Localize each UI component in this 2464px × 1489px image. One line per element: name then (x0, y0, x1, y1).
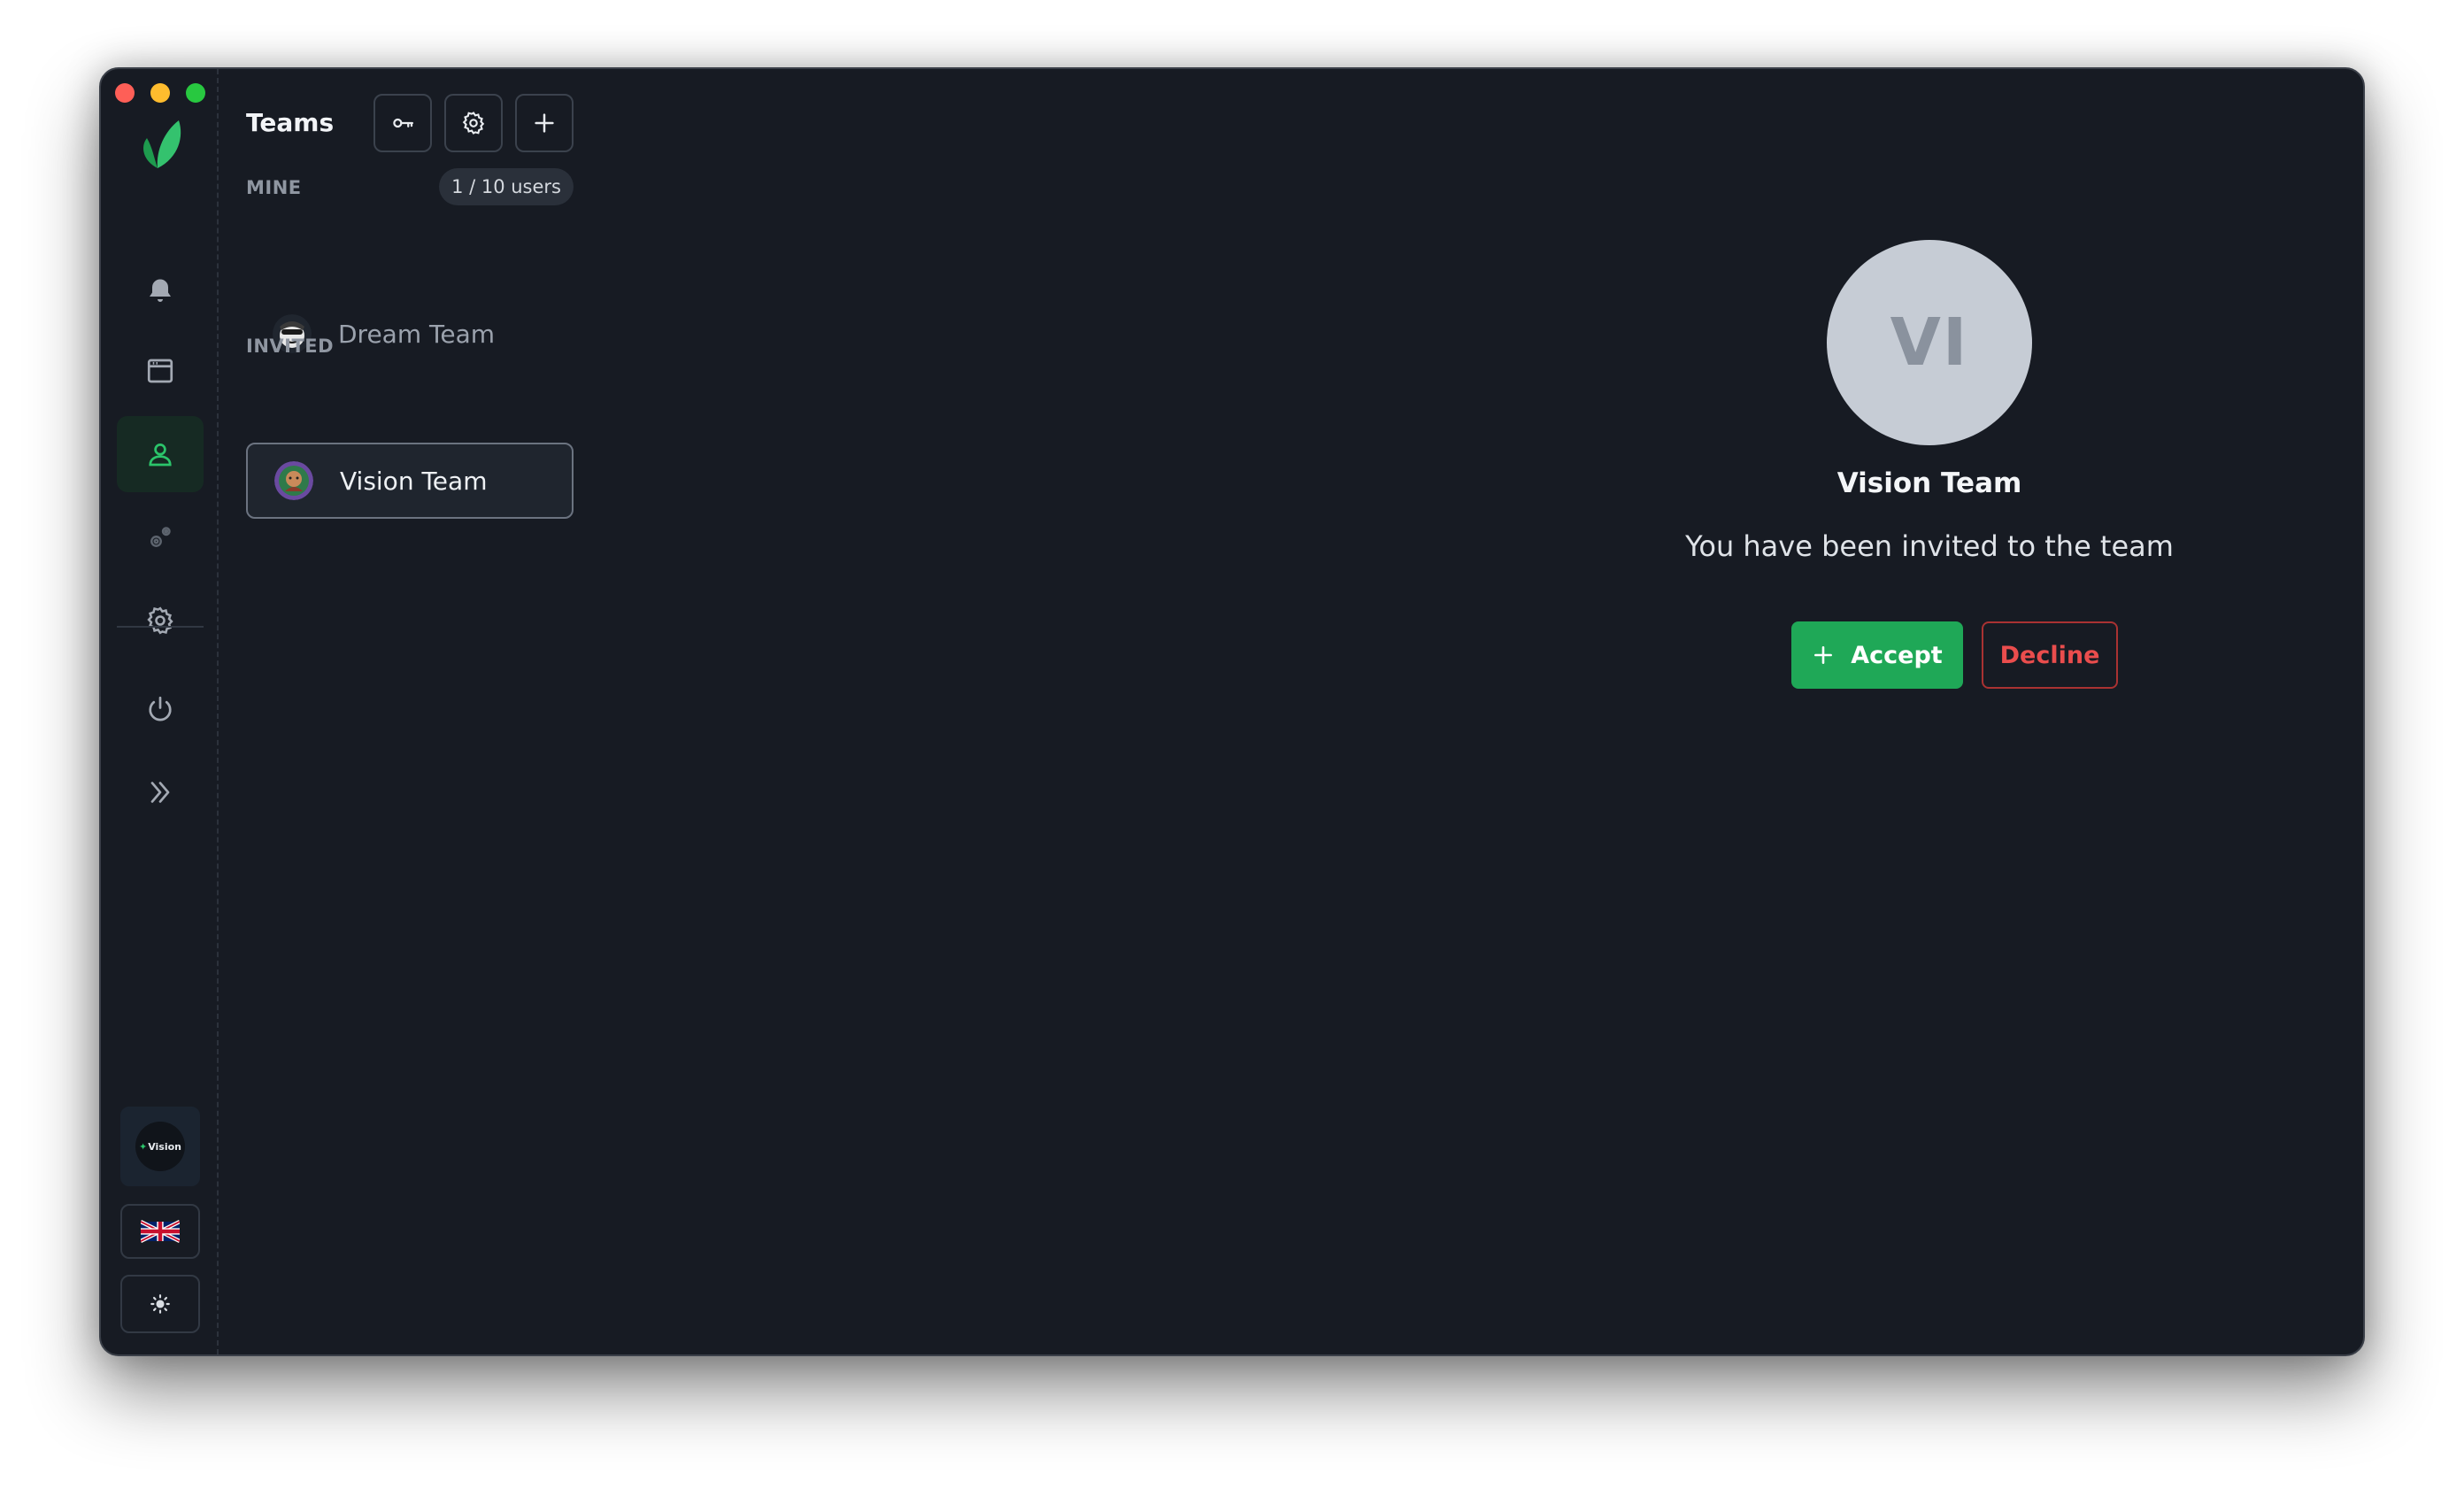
language-button[interactable] (120, 1204, 200, 1259)
key-icon (393, 118, 413, 128)
bell-icon (150, 279, 171, 302)
panel-title: Teams (246, 108, 335, 137)
team-settings-button[interactable] (444, 94, 503, 152)
window-icon (147, 359, 173, 383)
vision-team-avatar (274, 461, 313, 500)
rail-extensions-button[interactable] (117, 499, 204, 575)
icon-rail: ✦ Vision (101, 69, 219, 1354)
rail-teams-button[interactable] (117, 416, 204, 492)
invited-team-name: Vision Team (1836, 467, 2022, 499)
team-initials-avatar: VI (1827, 240, 2032, 445)
rail-divider (117, 626, 204, 628)
accept-invitation-button[interactable]: Accept (1791, 621, 1963, 689)
add-team-button[interactable] (515, 94, 574, 152)
workspace-switcher[interactable]: ✦ Vision (120, 1107, 200, 1186)
uk-flag-icon (141, 1220, 180, 1243)
mine-section-label: MINE (246, 177, 302, 198)
power-icon (149, 696, 172, 721)
team-item-dream-team[interactable]: Dream Team (246, 296, 574, 372)
team-name: Vision Team (340, 466, 488, 496)
rail-expand-button[interactable] (117, 754, 204, 830)
workspace-badge-label: Vision (148, 1140, 181, 1153)
plus-icon (535, 113, 554, 133)
leaf-logo-icon (138, 117, 186, 172)
gear-icon (462, 112, 485, 135)
key-button[interactable] (373, 94, 432, 152)
gear-icon (147, 606, 173, 635)
workspace-badge: ✦ Vision (135, 1122, 185, 1171)
decline-invitation-button[interactable]: Decline (1982, 621, 2118, 689)
cogs-icon (150, 527, 171, 547)
teams-panel: Teams MINE 1 / 10 users Dream Team INVIT… (246, 69, 574, 1354)
decline-label: Decline (1999, 641, 2100, 669)
chevrons-right-icon (150, 782, 170, 803)
rail-browser-button[interactable] (117, 333, 204, 409)
invitation-message: You have been invited to the team (1685, 529, 2174, 563)
sun-icon (150, 1294, 170, 1314)
rail-settings-button[interactable] (117, 582, 204, 659)
invitation-view: VI Vision Team You have been invited to … (574, 69, 2363, 1354)
rail-notifications-button[interactable] (117, 253, 204, 329)
invited-section-label: INVITED (246, 336, 335, 357)
users-count-badge: 1 / 10 users (439, 168, 574, 205)
team-name: Dream Team (338, 319, 496, 349)
user-icon (149, 444, 172, 467)
plus-icon (1814, 646, 1833, 664)
team-item-vision-team[interactable]: Vision Team (246, 443, 574, 519)
theme-toggle-button[interactable] (120, 1275, 200, 1333)
rail-power-button[interactable] (117, 671, 204, 747)
app-window: ✦ Vision Teams MINE 1 / 10 users Dream T… (99, 67, 2365, 1356)
accept-label: Accept (1851, 641, 1943, 669)
